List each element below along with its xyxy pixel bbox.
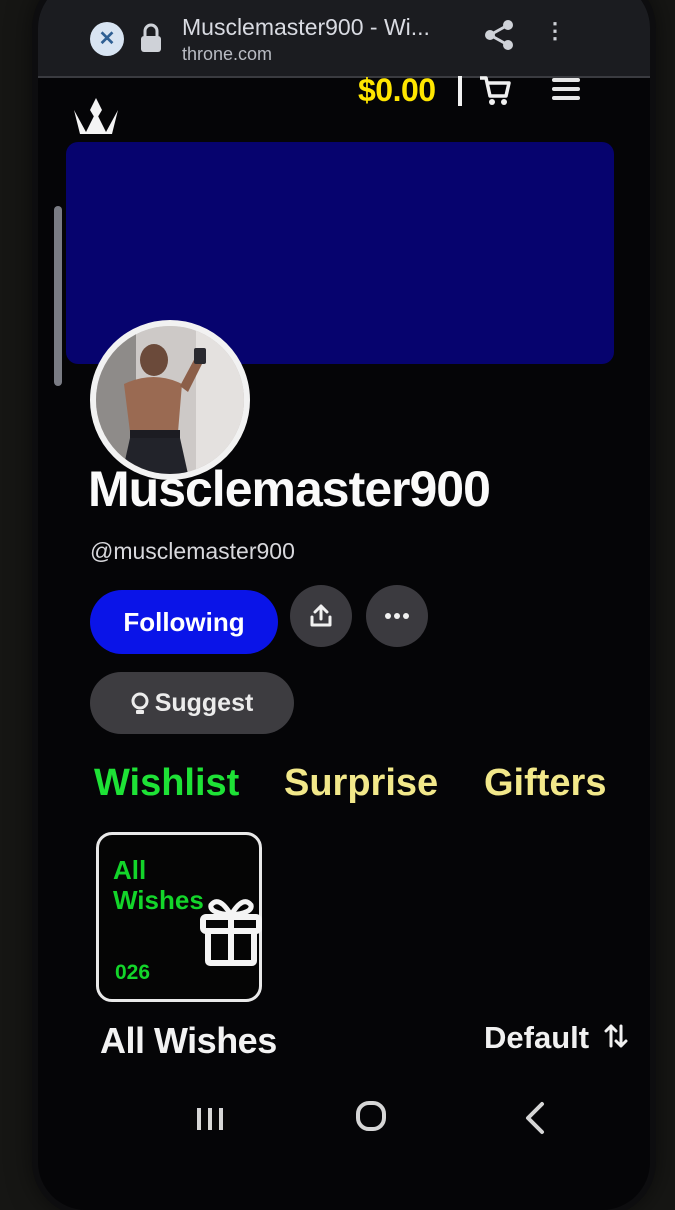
suggest-label: Suggest	[154, 689, 254, 717]
balance-amount[interactable]: $0.00	[358, 72, 436, 109]
tab-surprise[interactable]: Surprise	[284, 762, 438, 805]
lock-icon	[141, 23, 161, 52]
suggest-button[interactable]: Suggest	[90, 672, 294, 734]
gift-icon	[200, 899, 262, 966]
upload-share-icon	[310, 604, 332, 627]
recent-apps-icon[interactable]	[193, 1102, 227, 1136]
header-divider	[458, 76, 462, 106]
sort-dropdown[interactable]: Default	[484, 1020, 589, 1056]
browser-tab-title[interactable]: Musclemaster900 - Wi...	[182, 14, 452, 41]
avatar-photo	[96, 326, 244, 474]
share-icon[interactable]	[482, 18, 516, 52]
scrollbar[interactable]	[54, 206, 62, 386]
close-icon[interactable]: ✕	[90, 22, 124, 56]
tab-wishlist[interactable]: Wishlist	[94, 762, 239, 805]
hamburger-menu-icon[interactable]	[552, 76, 580, 102]
browser-domain[interactable]: throne.com	[182, 44, 272, 65]
tab-gifters[interactable]: Gifters	[484, 762, 606, 805]
display-name: Musclemaster900	[88, 461, 491, 517]
section-title: All Wishes	[100, 1020, 277, 1061]
profile-handle: @musclemaster900	[90, 538, 295, 564]
sort-arrows-icon[interactable]	[604, 1022, 628, 1050]
system-nav-bar	[38, 1080, 650, 1170]
more-options-button[interactable]	[366, 585, 428, 647]
crown-logo-icon[interactable]	[72, 96, 120, 136]
more-horizontal-icon	[385, 613, 409, 619]
cart-icon[interactable]	[478, 74, 512, 106]
avatar[interactable]	[90, 320, 250, 480]
back-icon[interactable]	[522, 1098, 548, 1138]
all-wishes-card[interactable]: All Wishes 026	[96, 832, 262, 1002]
screen: ✕ Musclemaster900 - Wi... throne.com ⋮ $…	[38, 0, 650, 1210]
following-button[interactable]: Following	[90, 590, 278, 654]
browser-more-icon[interactable]: ⋮	[544, 18, 566, 44]
phone-frame: ✕ Musclemaster900 - Wi... throne.com ⋮ $…	[38, 0, 650, 1210]
lightbulb-icon	[131, 692, 149, 715]
wish-card-count: 026	[115, 961, 151, 984]
home-icon[interactable]	[354, 1098, 390, 1134]
browser-address-bar[interactable]: ✕ Musclemaster900 - Wi... throne.com ⋮	[38, 0, 650, 78]
share-profile-button[interactable]	[290, 585, 352, 647]
